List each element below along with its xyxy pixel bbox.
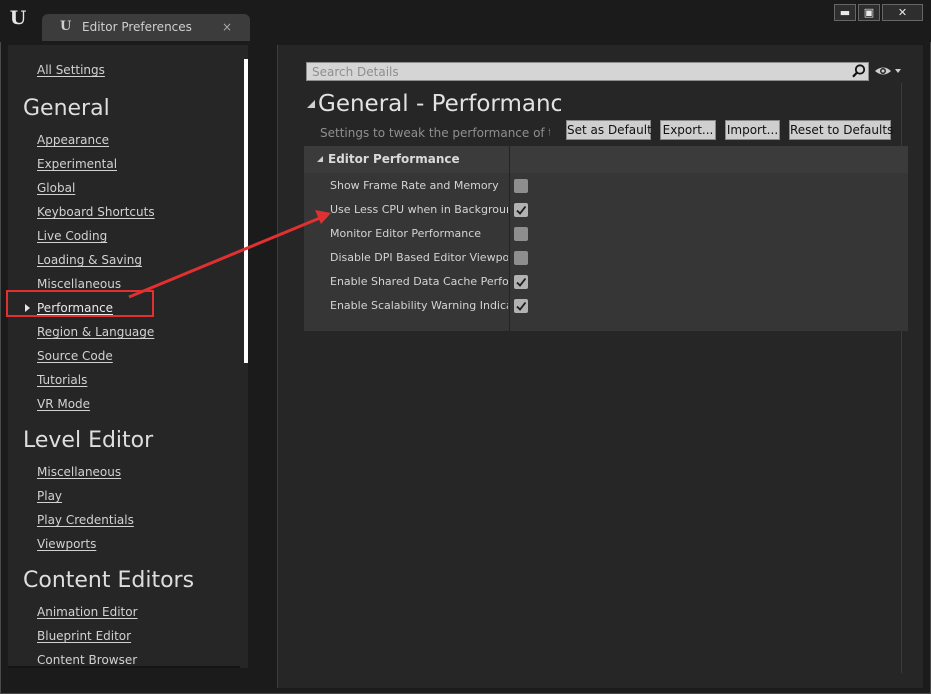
sidebar-item-keyboard-shortcuts[interactable]: Keyboard Shortcuts <box>37 204 155 220</box>
property-row: Enable Shared Data Cache Performance Not… <box>304 270 908 294</box>
property-row: Disable DPI Based Editor Viewport Scalin… <box>304 246 908 270</box>
section-header-content-editors: Content Editors <box>23 568 195 593</box>
sidebar-scrollbar[interactable] <box>244 59 248 363</box>
page-title: General - Performance <box>318 91 561 117</box>
category-editor-performance: Editor Performance Show Frame Rate and M… <box>304 146 908 331</box>
checkmark-icon <box>516 277 527 287</box>
property-label-disable-dpi-scaling: Disable DPI Based Editor Viewport Scalin… <box>330 251 508 264</box>
sidebar-item-play-credentials[interactable]: Play Credentials <box>37 512 134 528</box>
export-button[interactable]: Export... <box>660 120 716 140</box>
settings-sidebar: All Settings General Appearance Experime… <box>8 45 248 668</box>
view-options-eye-icon[interactable] <box>874 63 904 79</box>
minimize-button[interactable]: ▬ <box>834 4 856 21</box>
sidebar-item-vr-mode[interactable]: VR Mode <box>37 396 90 412</box>
sidebar-item-viewports[interactable]: Viewports <box>37 536 96 552</box>
close-button[interactable]: ✕ <box>882 4 923 21</box>
checkmark-icon <box>516 205 527 215</box>
tab-editor-preferences[interactable]: U Editor Preferences × <box>42 14 250 41</box>
page-subtitle: Settings to tweak the performance of the… <box>320 126 550 140</box>
title-collapse-arrow-icon[interactable] <box>307 100 315 108</box>
sidebar-item-tutorials[interactable]: Tutorials <box>37 372 87 388</box>
checkmark-icon <box>516 301 527 311</box>
section-header-general: General <box>23 96 110 121</box>
tab-close-icon[interactable]: × <box>222 18 232 36</box>
category-header[interactable]: Editor Performance <box>304 146 908 173</box>
sidebar-item-animation-editor[interactable]: Animation Editor <box>37 604 138 620</box>
property-row: Use Less CPU when in Background <box>304 198 908 222</box>
sidebar-item-global[interactable]: Global <box>37 180 75 196</box>
property-label-show-frame-rate: Show Frame Rate and Memory <box>330 179 499 192</box>
section-header-level-editor: Level Editor <box>23 428 154 453</box>
property-row: Enable Scalability Warning Indicator <box>304 294 908 318</box>
import-button[interactable]: Import... <box>725 120 780 140</box>
checkbox-monitor-editor-performance[interactable] <box>514 227 528 241</box>
sidebar-item-source-code[interactable]: Source Code <box>37 348 113 364</box>
sidebar-item-experimental[interactable]: Experimental <box>37 156 117 172</box>
sidebar-item-live-coding[interactable]: Live Coding <box>37 228 107 244</box>
property-label-use-less-cpu: Use Less CPU when in Background <box>330 203 508 216</box>
property-label-scalability-warning: Enable Scalability Warning Indicator <box>330 299 508 312</box>
panel-divider <box>277 45 278 688</box>
maximize-button[interactable]: ▣ <box>858 4 880 21</box>
sidebar-item-play[interactable]: Play <box>37 488 62 504</box>
property-row: Monitor Editor Performance <box>304 222 908 246</box>
sidebar-bottom-edge <box>8 666 240 668</box>
property-label-monitor-editor-performance: Monitor Editor Performance <box>330 227 482 240</box>
search-placeholder: Search Details <box>312 65 399 79</box>
sidebar-item-blueprint-editor[interactable]: Blueprint Editor <box>37 628 131 644</box>
sidebar-item-region-language[interactable]: Region & Language <box>37 324 154 340</box>
search-icon[interactable] <box>852 64 866 78</box>
sidebar-item-level-miscellaneous[interactable]: Miscellaneous <box>37 464 121 480</box>
details-panel: Search Details General - Performance Set… <box>277 45 923 688</box>
reset-to-defaults-button[interactable]: Reset to Defaults <box>789 120 893 140</box>
checkbox-scalability-warning[interactable] <box>514 299 528 313</box>
checkbox-show-frame-rate[interactable] <box>514 179 528 193</box>
sidebar-item-all-settings[interactable]: All Settings <box>37 62 105 78</box>
property-row: Show Frame Rate and Memory <box>304 174 908 198</box>
checkbox-use-less-cpu[interactable] <box>514 203 528 217</box>
tab-label: Editor Preferences <box>82 20 192 34</box>
search-input[interactable]: Search Details <box>306 62 869 81</box>
title-bar: U U Editor Preferences × ▬ ▣ ✕ <box>0 0 931 42</box>
set-as-default-button[interactable]: Set as Default <box>566 120 652 140</box>
unreal-logo-icon: U <box>9 7 27 29</box>
category-collapse-arrow-icon[interactable] <box>317 156 323 162</box>
sidebar-item-loading-saving[interactable]: Loading & Saving <box>37 252 142 268</box>
property-label-shared-data-cache: Enable Shared Data Cache Performance Not… <box>330 275 508 288</box>
category-title: Editor Performance <box>328 152 460 166</box>
unreal-tab-icon: U <box>60 19 72 34</box>
window-controls: ▬ ▣ ✕ <box>834 4 923 21</box>
checkbox-shared-data-cache[interactable] <box>514 275 528 289</box>
checkbox-disable-dpi-scaling[interactable] <box>514 251 528 265</box>
sidebar-item-appearance[interactable]: Appearance <box>37 132 109 148</box>
annotation-highlight-box <box>6 290 154 317</box>
